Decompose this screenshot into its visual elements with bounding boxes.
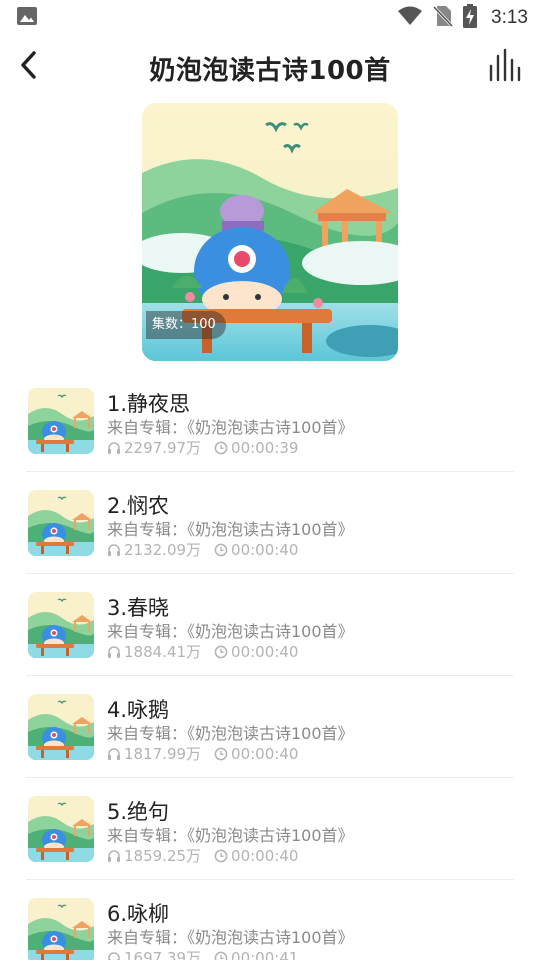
- track-row[interactable]: 1.静夜思 来自专辑：《奶泡泡读古诗100首》 2297.97万 00:00:3…: [26, 370, 514, 472]
- track-row[interactable]: 6.咏柳 来自专辑：《奶泡泡读古诗100首》 1697.39万 00:00:41: [26, 880, 514, 960]
- clock-icon: [213, 950, 229, 960]
- track-album: 来自专辑：《奶泡泡读古诗100首》: [107, 826, 354, 845]
- track-duration: 00:00:41: [231, 948, 299, 960]
- track-thumbnail: [28, 592, 94, 658]
- no-sim-icon: [432, 5, 454, 31]
- track-meta: 1817.99万 00:00:40: [106, 743, 298, 764]
- track-list: 1.静夜思 来自专辑：《奶泡泡读古诗100首》 2297.97万 00:00:3…: [0, 370, 540, 960]
- track-album: 来自专辑：《奶泡泡读古诗100首》: [107, 418, 354, 437]
- track-duration: 00:00:40: [231, 744, 299, 763]
- track-duration: 00:00:39: [231, 438, 299, 457]
- episode-count-badge: 集数： 100: [146, 311, 226, 339]
- wifi-icon: [397, 5, 423, 31]
- album-cover: 集数： 100: [142, 103, 398, 361]
- track-thumbnail: [28, 898, 94, 960]
- clock-icon: [213, 542, 229, 558]
- track-plays: 2297.97万: [124, 439, 202, 457]
- headphones-icon: [106, 542, 122, 558]
- track-row[interactable]: 5.绝句 来自专辑：《奶泡泡读古诗100首》 1859.25万 00:00:40: [26, 778, 514, 880]
- equalizer-icon: [488, 48, 522, 86]
- track-plays: 1697.39万: [124, 949, 202, 960]
- clock-icon: [213, 440, 229, 456]
- track-album: 来自专辑：《奶泡泡读古诗100首》: [107, 724, 354, 743]
- status-time: 3:13: [491, 7, 528, 28]
- clock-icon: [213, 644, 229, 660]
- track-row[interactable]: 4.咏鹅 来自专辑：《奶泡泡读古诗100首》 1817.99万 00:00:40: [26, 676, 514, 778]
- track-meta: 2297.97万 00:00:39: [106, 437, 298, 458]
- track-meta: 2132.09万 00:00:40: [106, 539, 298, 560]
- track-album: 来自专辑：《奶泡泡读古诗100首》: [107, 928, 354, 947]
- headphones-icon: [106, 644, 122, 660]
- header: 奶泡泡读古诗100首: [0, 36, 540, 98]
- clock-icon: [213, 746, 229, 762]
- image-notification-icon: [16, 5, 38, 31]
- status-bar: 3:13: [0, 0, 540, 36]
- page-title: 奶泡泡读古诗100首: [149, 56, 391, 86]
- battery-charging-icon: [463, 4, 478, 32]
- track-meta: 1697.39万 00:00:41: [106, 947, 298, 960]
- track-plays: 1817.99万: [124, 745, 202, 763]
- track-thumbnail: [28, 796, 94, 862]
- track-meta: 1884.41万 00:00:40: [106, 641, 298, 662]
- track-plays: 1859.25万: [124, 847, 202, 865]
- track-plays: 2132.09万: [124, 541, 202, 559]
- headphones-icon: [106, 746, 122, 762]
- track-plays: 1884.41万: [124, 643, 202, 661]
- episode-count: 100: [191, 317, 216, 332]
- track-duration: 00:00:40: [231, 846, 299, 865]
- headphones-icon: [106, 440, 122, 456]
- clock-icon: [213, 848, 229, 864]
- track-duration: 00:00:40: [231, 642, 299, 661]
- track-row[interactable]: 3.春晓 来自专辑：《奶泡泡读古诗100首》 1884.41万 00:00:40: [26, 574, 514, 676]
- track-album: 来自专辑：《奶泡泡读古诗100首》: [107, 520, 354, 539]
- headphones-icon: [106, 950, 122, 960]
- now-playing-button[interactable]: [484, 46, 526, 88]
- track-album: 来自专辑：《奶泡泡读古诗100首》: [107, 622, 354, 641]
- episode-label: 集数：: [152, 317, 192, 332]
- track-thumbnail: [28, 388, 94, 454]
- track-thumbnail: [28, 490, 94, 556]
- track-duration: 00:00:40: [231, 540, 299, 559]
- track-thumbnail: [28, 694, 94, 760]
- headphones-icon: [106, 848, 122, 864]
- track-row[interactable]: 2.悯农 来自专辑：《奶泡泡读古诗100首》 2132.09万 00:00:40: [26, 472, 514, 574]
- track-meta: 1859.25万 00:00:40: [106, 845, 298, 866]
